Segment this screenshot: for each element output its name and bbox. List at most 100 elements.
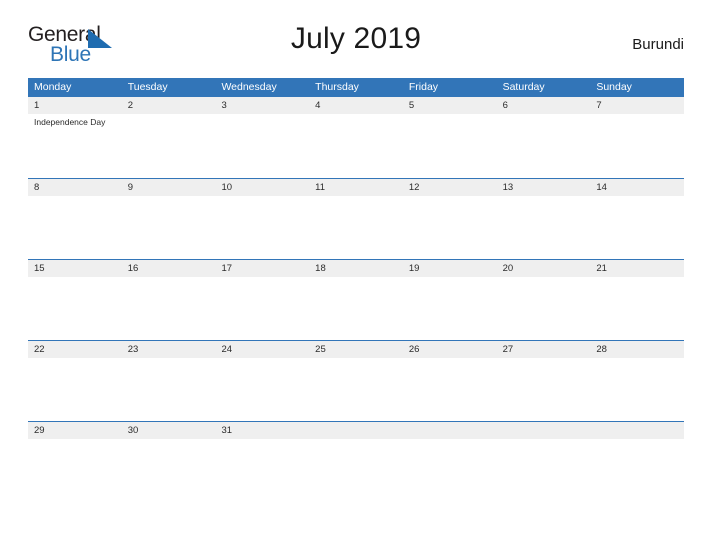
day-number[interactable]: 11 (309, 179, 403, 196)
day-number[interactable]: 12 (403, 179, 497, 196)
day-cell[interactable] (122, 196, 216, 259)
day-number[interactable]: 6 (497, 97, 591, 114)
day-cell[interactable]: Independence Day (28, 114, 122, 177)
week-row: 1 2 3 4 5 6 7 Independence Day (28, 97, 684, 178)
day-cell[interactable] (403, 358, 497, 421)
day-number[interactable]: 8 (28, 179, 122, 196)
events-band: Independence Day (28, 114, 684, 177)
day-number[interactable]: 13 (497, 179, 591, 196)
events-band (28, 196, 684, 259)
day-number[interactable]: 26 (403, 341, 497, 358)
day-number[interactable]: 17 (215, 260, 309, 277)
day-number[interactable]: 29 (28, 422, 122, 439)
page-header: General Blue July 2019 Burundi (28, 22, 684, 70)
day-cell[interactable] (215, 277, 309, 340)
day-number[interactable]: 4 (309, 97, 403, 114)
calendar-grid: Monday Tuesday Wednesday Thursday Friday Satu… (28, 78, 684, 502)
day-number-band: 29 30 31 (28, 422, 684, 439)
day-cell[interactable] (309, 439, 403, 502)
weekday-header-friday: Friday (408, 81, 439, 93)
day-cell[interactable] (590, 114, 684, 177)
country-label: Burundi (632, 36, 684, 53)
day-cell[interactable] (590, 277, 684, 340)
day-cell[interactable] (590, 196, 684, 259)
calendar-page: General Blue July 2019 Burundi Monday Tue… (0, 0, 712, 550)
day-number[interactable]: 22 (28, 341, 122, 358)
day-number[interactable]: 9 (122, 179, 216, 196)
day-number[interactable]: 31 (215, 422, 309, 439)
day-cell[interactable] (122, 277, 216, 340)
day-number[interactable]: 5 (403, 97, 497, 114)
day-cell[interactable] (309, 277, 403, 340)
day-cell[interactable] (309, 114, 403, 177)
week-row: 15 16 17 18 19 20 21 (28, 259, 684, 340)
page-title: July 2019 (290, 22, 422, 55)
day-number[interactable]: 21 (590, 260, 684, 277)
day-number[interactable]: 30 (122, 422, 216, 439)
day-number-empty (309, 422, 403, 439)
weekday-header-saturday: Saturday (502, 81, 545, 93)
day-cell[interactable] (28, 277, 122, 340)
day-number-band: 8 9 10 11 12 13 14 (28, 179, 684, 196)
day-cell[interactable] (403, 439, 497, 502)
events-band (28, 358, 684, 421)
day-number[interactable]: 23 (122, 341, 216, 358)
day-cell[interactable] (122, 358, 216, 421)
day-cell[interactable] (497, 277, 591, 340)
day-cell[interactable] (403, 277, 497, 340)
day-number[interactable]: 10 (215, 179, 309, 196)
day-number[interactable]: 14 (590, 179, 684, 196)
events-band (28, 277, 684, 340)
weekday-header-monday: Monday (34, 81, 72, 93)
weekday-header-row: Monday Tuesday Wednesday Thursday Friday Satu… (28, 78, 684, 97)
day-number-empty (403, 422, 497, 439)
day-cell[interactable] (309, 358, 403, 421)
day-number-empty (590, 422, 684, 439)
day-number-empty (497, 422, 591, 439)
day-number[interactable]: 19 (403, 260, 497, 277)
day-cell[interactable] (497, 358, 591, 421)
weekday-header-sunday: Sunday (596, 81, 632, 93)
day-number[interactable]: 2 (122, 97, 216, 114)
day-cell[interactable] (215, 114, 309, 177)
weekday-header-tuesday: Tuesday (127, 81, 168, 93)
day-cell[interactable] (497, 439, 591, 502)
day-cell[interactable] (215, 196, 309, 259)
day-number[interactable]: 27 (497, 341, 591, 358)
day-cell[interactable] (497, 114, 591, 177)
day-number[interactable]: 25 (309, 341, 403, 358)
day-number[interactable]: 20 (497, 260, 591, 277)
day-cell[interactable] (28, 358, 122, 421)
day-cell[interactable] (122, 114, 216, 177)
day-cell[interactable] (122, 439, 216, 502)
week-rows-container: 1 2 3 4 5 6 7 Independence Day 8 9 10 11 12 13 14 15 16 1… (28, 97, 684, 502)
day-cell[interactable] (28, 196, 122, 259)
day-cell[interactable] (497, 196, 591, 259)
day-number-band: 22 23 24 25 26 27 28 (28, 341, 684, 358)
day-number[interactable]: 28 (590, 341, 684, 358)
week-row: 22 23 24 25 26 27 28 (28, 340, 684, 421)
day-cell[interactable] (309, 196, 403, 259)
day-cell[interactable] (215, 439, 309, 502)
holiday-label: Independence Day (34, 117, 106, 127)
weekday-header-thursday: Thursday (315, 81, 359, 93)
day-number-band: 1234567 (28, 97, 684, 114)
day-cell[interactable] (590, 358, 684, 421)
day-number[interactable]: 24 (215, 341, 309, 358)
day-number[interactable]: 18 (309, 260, 403, 277)
events-band (28, 439, 684, 502)
day-number[interactable]: 7 (590, 97, 684, 114)
week-row: 29 30 31 (28, 421, 684, 502)
day-number[interactable]: 16 (122, 260, 216, 277)
weekday-header-wednesday: Wednesday (221, 81, 277, 93)
day-number[interactable]: 1 (28, 97, 122, 114)
week-row: 8 9 10 11 12 13 14 (28, 178, 684, 259)
day-cell[interactable] (403, 196, 497, 259)
day-cell[interactable] (215, 358, 309, 421)
day-number[interactable]: 15 (28, 260, 122, 277)
day-number-band: 15 16 17 18 19 20 21 (28, 260, 684, 277)
day-cell[interactable] (28, 439, 122, 502)
day-cell[interactable] (590, 439, 684, 502)
day-cell[interactable] (403, 114, 497, 177)
day-number[interactable]: 3 (215, 97, 309, 114)
